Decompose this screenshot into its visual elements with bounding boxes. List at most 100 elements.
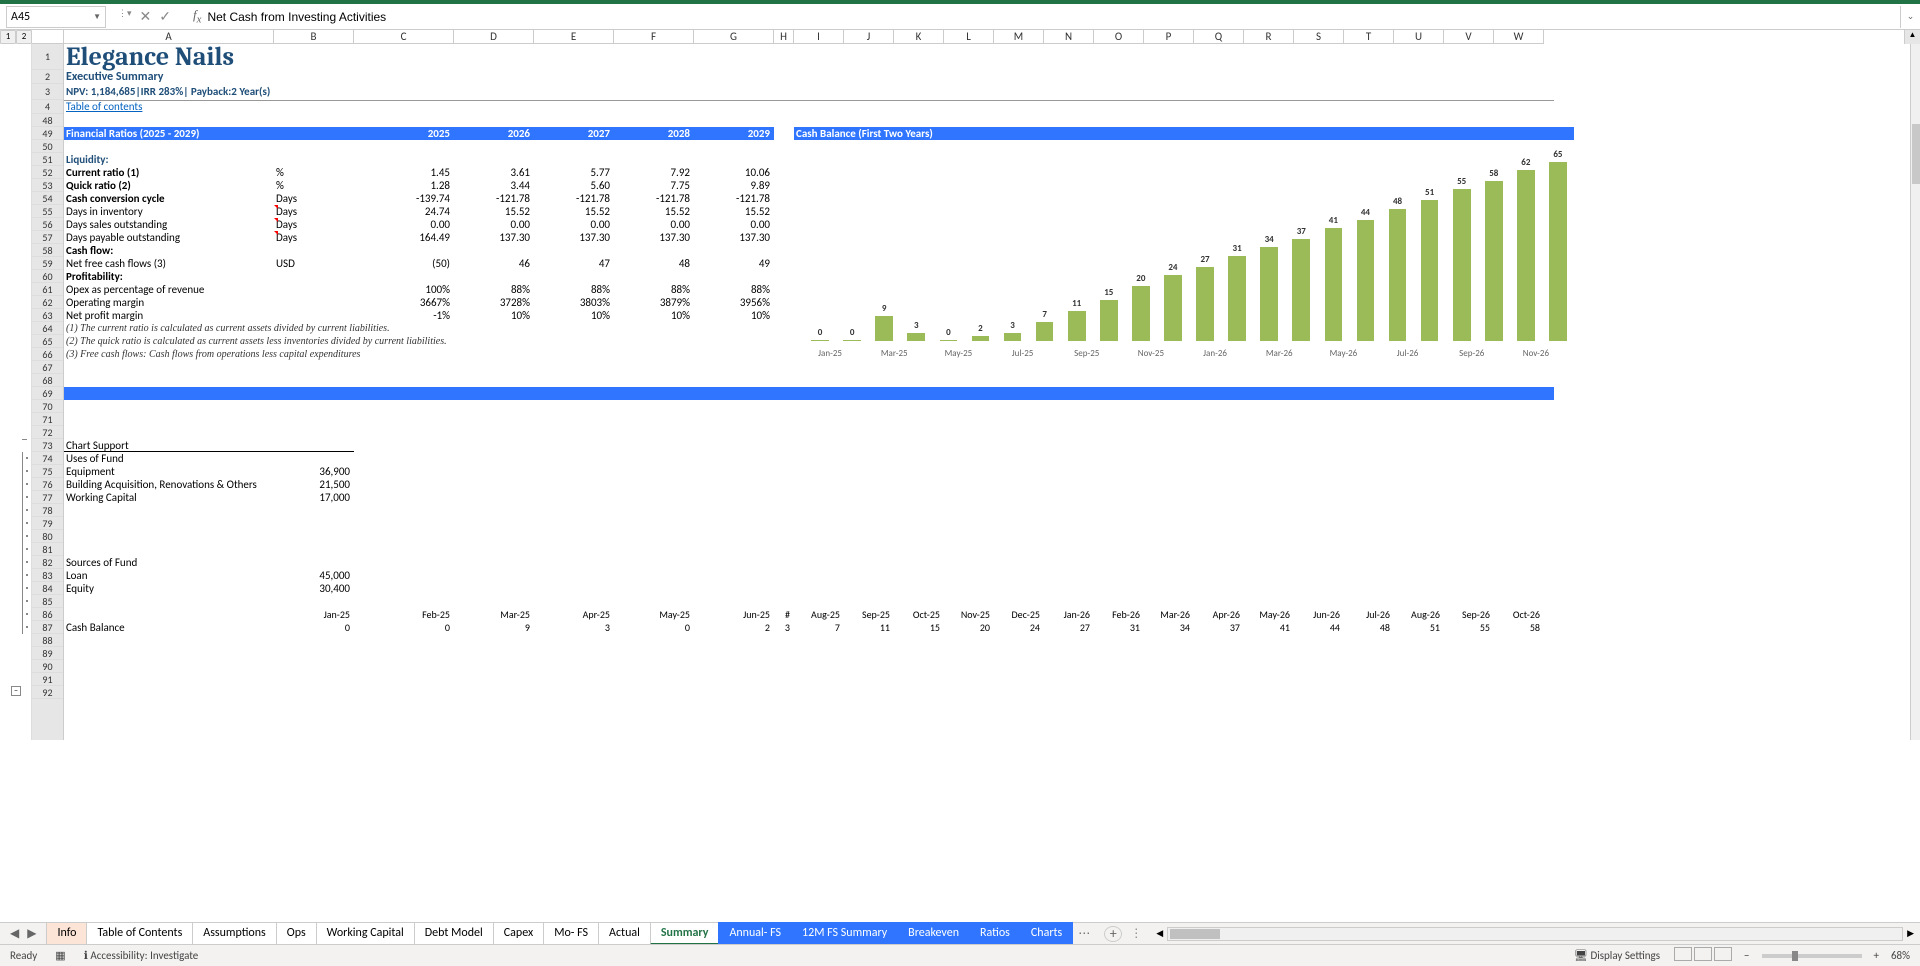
row-header[interactable]: 91: [32, 673, 63, 686]
tab-summary[interactable]: Summary: [650, 922, 720, 945]
chevron-down-icon[interactable]: ▼: [93, 12, 101, 22]
row-header[interactable]: 50: [32, 140, 63, 153]
tab-annual-fs[interactable]: Annual- FS: [718, 922, 792, 945]
row-header[interactable]: 78: [32, 504, 63, 517]
row-header[interactable]: 84: [32, 582, 63, 595]
row-header[interactable]: 65: [32, 335, 63, 348]
row-header[interactable]: 73: [32, 439, 63, 452]
row-header[interactable]: 66: [32, 348, 63, 361]
row-header[interactable]: 51: [32, 153, 63, 166]
zoom-in-icon[interactable]: +: [1874, 949, 1879, 962]
row-header[interactable]: 79: [32, 517, 63, 530]
display-settings[interactable]: 🖥 Display Settings: [1574, 949, 1660, 962]
row-header[interactable]: 70: [32, 400, 63, 413]
col-header[interactable]: L: [944, 30, 994, 44]
row-header[interactable]: 58: [32, 244, 63, 257]
tab-charts[interactable]: Charts: [1020, 922, 1073, 945]
scroll-thumb[interactable]: [1912, 124, 1920, 184]
col-header[interactable]: U: [1394, 30, 1444, 44]
col-header[interactable]: D: [454, 30, 534, 44]
col-header[interactable]: H: [774, 30, 794, 44]
row-header[interactable]: 90: [32, 660, 63, 673]
row-header[interactable]: 87: [32, 621, 63, 634]
tab-ratios[interactable]: Ratios: [969, 922, 1021, 945]
row-header[interactable]: 4: [32, 100, 63, 114]
enter-icon[interactable]: ✓: [159, 8, 171, 25]
row-header[interactable]: 69: [32, 387, 63, 400]
fx-icon[interactable]: fx: [181, 7, 207, 26]
tab-prev-icon[interactable]: ◀: [10, 926, 19, 941]
tab-capex[interactable]: Capex: [493, 922, 544, 945]
name-box[interactable]: A45 ▼: [6, 6, 106, 28]
col-header[interactable]: K: [894, 30, 944, 44]
col-header[interactable]: I: [794, 30, 844, 44]
row-header[interactable]: 49: [32, 127, 63, 140]
row-header[interactable]: 54: [32, 192, 63, 205]
expand-formula-icon[interactable]: ⌄: [1900, 6, 1920, 28]
col-header[interactable]: B: [274, 30, 354, 44]
row-header[interactable]: 59: [32, 257, 63, 270]
row-header[interactable]: 48: [32, 114, 63, 127]
col-header[interactable]: C: [354, 30, 454, 44]
row-header[interactable]: 81: [32, 543, 63, 556]
row-header[interactable]: 1: [32, 44, 63, 70]
macro-icon[interactable]: ▦: [55, 949, 65, 962]
view-buttons[interactable]: [1672, 947, 1732, 964]
outline-controls[interactable]: 1 2: [0, 30, 32, 44]
row-header[interactable]: 88: [32, 634, 63, 647]
row-header[interactable]: 75: [32, 465, 63, 478]
tab-debt-model[interactable]: Debt Model: [414, 922, 494, 945]
new-sheet-button[interactable]: +: [1104, 926, 1122, 942]
tab-ops[interactable]: Ops: [276, 922, 317, 945]
row-header[interactable]: 82: [32, 556, 63, 569]
row-header[interactable]: 85: [32, 595, 63, 608]
scroll-left-icon[interactable]: ◀: [1156, 928, 1163, 939]
accessibility-status[interactable]: ℹ Accessibility: Investigate: [84, 949, 199, 962]
scroll-right-icon[interactable]: ▶: [1907, 928, 1914, 939]
col-header[interactable]: [32, 30, 64, 44]
tab-info[interactable]: Info: [46, 922, 87, 945]
row-header[interactable]: 71: [32, 413, 63, 426]
row-header[interactable]: 67: [32, 361, 63, 374]
col-header[interactable]: F: [614, 30, 694, 44]
outline-gutter[interactable]: −: [0, 44, 32, 740]
row-header[interactable]: 68: [32, 374, 63, 387]
toc-link[interactable]: Table of contents: [64, 100, 264, 114]
zoom-out-icon[interactable]: −: [1744, 949, 1749, 962]
scroll-up-icon[interactable]: ▲: [1904, 30, 1920, 44]
col-header[interactable]: E: [534, 30, 614, 44]
tab-assumptions[interactable]: Assumptions: [192, 922, 276, 945]
row-header[interactable]: 2: [32, 70, 63, 84]
row-header[interactable]: 60: [32, 270, 63, 283]
col-header[interactable]: W: [1494, 30, 1544, 44]
hscroll-thumb[interactable]: [1170, 929, 1220, 939]
col-header[interactable]: O: [1094, 30, 1144, 44]
col-header[interactable]: J: [844, 30, 894, 44]
dropdown-icon[interactable]: ⋮▾: [118, 8, 132, 25]
row-header[interactable]: 61: [32, 283, 63, 296]
row-header[interactable]: 62: [32, 296, 63, 309]
row-header[interactable]: 52: [32, 166, 63, 179]
zoom-slider[interactable]: [1762, 954, 1862, 958]
row-header[interactable]: 56: [32, 218, 63, 231]
col-header[interactable]: M: [994, 30, 1044, 44]
tab-table-of-contents[interactable]: Table of Contents: [86, 922, 193, 945]
cells-area[interactable]: Elegance NailsExecutive SummaryNPV: 1,18…: [64, 44, 1920, 740]
cancel-icon[interactable]: ✕: [140, 8, 152, 25]
col-header[interactable]: R: [1244, 30, 1294, 44]
collapse-group-icon[interactable]: −: [11, 686, 21, 696]
vertical-scrollbar[interactable]: [1910, 44, 1920, 740]
tab-actual[interactable]: Actual: [598, 922, 651, 945]
row-header[interactable]: 63: [32, 309, 63, 322]
row-header[interactable]: 86: [32, 608, 63, 621]
row-header[interactable]: 76: [32, 478, 63, 491]
row-header[interactable]: 83: [32, 569, 63, 582]
row-header[interactable]: 3: [32, 84, 63, 100]
row-header[interactable]: 80: [32, 530, 63, 543]
row-header[interactable]: 72: [32, 426, 63, 439]
col-header[interactable]: P: [1144, 30, 1194, 44]
tab-working-capital[interactable]: Working Capital: [316, 922, 415, 945]
row-header[interactable]: 77: [32, 491, 63, 504]
row-header[interactable]: 64: [32, 322, 63, 335]
tab-next-icon[interactable]: ▶: [27, 926, 36, 941]
